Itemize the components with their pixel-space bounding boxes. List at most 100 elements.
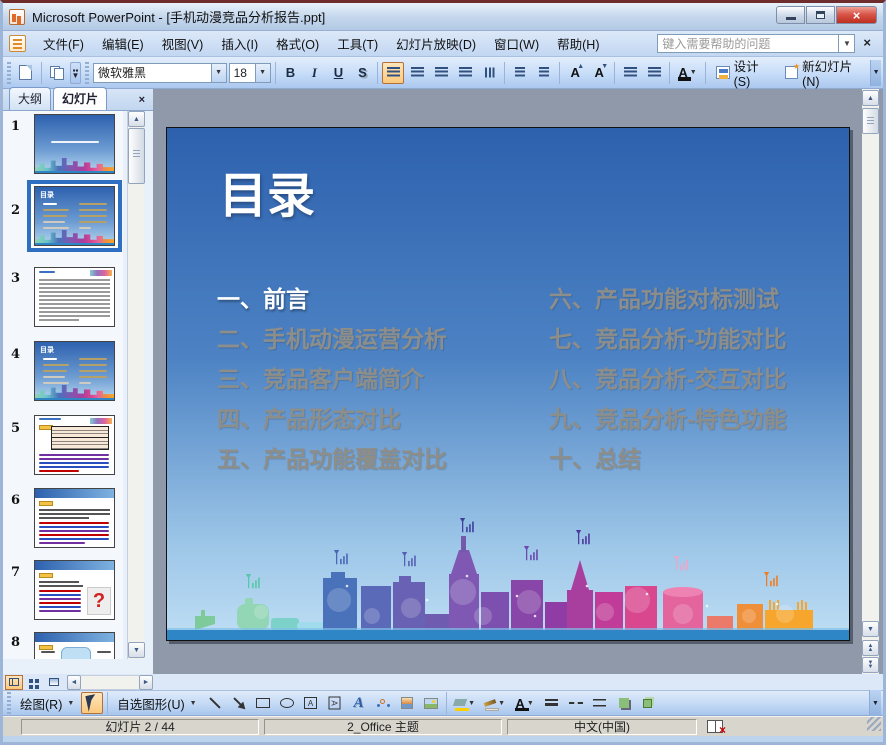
slide-canvas[interactable]: 目录 一、前言 二、手机动漫运营分析 三、竞品客户端简介 四、产品形态对比 五、…	[166, 127, 850, 641]
decrease-indent-button[interactable]	[619, 62, 641, 84]
close-button[interactable]: ×	[836, 6, 877, 24]
slide-thumbnail-6[interactable]	[34, 488, 115, 548]
document-icon[interactable]	[9, 35, 26, 52]
chevron-down-icon[interactable]: ▼	[254, 63, 270, 82]
bullet-list-button[interactable]	[533, 62, 555, 84]
slide-thumbnail-1[interactable]	[34, 114, 115, 174]
line-button[interactable]	[204, 692, 226, 714]
slide-thumbnail-7[interactable]: ?	[34, 560, 115, 620]
toolbar-grip[interactable]	[7, 61, 11, 84]
new-document-button[interactable]	[15, 62, 37, 84]
tab-slides[interactable]: 幻灯片	[53, 87, 108, 110]
tab-outline[interactable]: 大纲	[9, 87, 52, 110]
increase-indent-button[interactable]	[643, 62, 665, 84]
toc-item[interactable]: 九、竞品分析-特色功能	[549, 400, 787, 440]
slide-title[interactable]: 目录	[219, 156, 315, 226]
scroll-down-button[interactable]: ▼	[862, 621, 879, 637]
scroll-thumb[interactable]	[862, 108, 879, 134]
next-slide-button[interactable]: ▼ ▼	[862, 657, 879, 673]
menu-item-edit[interactable]: 编辑(E)	[93, 31, 153, 56]
toolbar-overflow-button[interactable]: ▪▪ ▼	[69, 61, 82, 84]
menubar-close-icon[interactable]: ×	[855, 35, 877, 52]
font-name-select[interactable]: 微软雅黑 ▼	[92, 62, 227, 83]
arrow-style-button[interactable]	[589, 692, 611, 714]
font-color-button-draw[interactable]: A ▼	[511, 692, 539, 714]
font-size-select[interactable]: 18 ▼	[228, 62, 271, 83]
wordart-button[interactable]: A	[348, 692, 370, 714]
underline-button[interactable]: U	[327, 62, 349, 84]
help-dropdown-button[interactable]: ▼	[839, 34, 856, 53]
new-slide-button[interactable]: 新幻灯片(N)	[779, 60, 869, 89]
toolbar-options-button[interactable]: ▼	[870, 59, 882, 86]
slide-thumbnail-5[interactable]	[34, 415, 115, 475]
bold-button[interactable]: B	[279, 62, 301, 84]
text-direction-button[interactable]	[478, 62, 500, 84]
previous-slide-button[interactable]: ▲ ▲	[862, 640, 879, 656]
menu-item-slideshow[interactable]: 幻灯片放映(D)	[387, 31, 485, 56]
line-style-button[interactable]	[541, 692, 563, 714]
menu-item-view[interactable]: 视图(V)	[153, 31, 213, 56]
rectangle-button[interactable]	[252, 692, 274, 714]
toolbar-options-button[interactable]: ▼	[869, 690, 881, 716]
scroll-thumb[interactable]	[128, 128, 145, 184]
italic-button[interactable]: I	[303, 62, 325, 84]
toc-item[interactable]: 三、竞品客户端简介	[217, 360, 447, 400]
slide-thumbnail-4[interactable]: 目录	[34, 341, 115, 401]
minimize-button[interactable]	[776, 6, 805, 24]
decrease-font-button[interactable]: A	[588, 62, 610, 84]
menu-item-format[interactable]: 格式(O)	[267, 31, 328, 56]
shadow-style-button[interactable]	[613, 692, 635, 714]
menu-item-insert[interactable]: 插入(I)	[212, 31, 267, 56]
scroll-up-button[interactable]: ▲	[862, 90, 879, 106]
resize-grip[interactable]	[867, 717, 881, 731]
chevron-down-icon[interactable]: ▼	[210, 63, 226, 82]
toc-item[interactable]: 七、竞品分析-功能对比	[549, 320, 787, 360]
arrow-button[interactable]	[228, 692, 250, 714]
align-left-button[interactable]	[382, 61, 405, 84]
select-objects-button[interactable]	[81, 692, 104, 714]
scroll-right-button[interactable]: ►	[139, 674, 153, 690]
line-color-button[interactable]: ▼	[481, 692, 509, 714]
toc-item[interactable]: 八、竞品分析-交互对比	[549, 360, 787, 400]
scroll-left-button[interactable]: ◄	[67, 674, 81, 690]
draw-menu-button[interactable]: 绘图(R) ▼	[15, 693, 79, 713]
toolbar-grip[interactable]	[85, 61, 89, 84]
toc-item[interactable]: 二、手机动漫运营分析	[217, 320, 447, 360]
autoshapes-menu-button[interactable]: 自选图形(U) ▼	[112, 693, 201, 713]
spell-check-status-icon[interactable]	[707, 720, 726, 737]
scroll-up-button[interactable]: ▲	[128, 111, 145, 127]
align-center-button[interactable]	[406, 62, 428, 84]
language-indicator[interactable]: 中文(中国)	[507, 718, 697, 735]
3d-style-button[interactable]	[637, 692, 659, 714]
scroll-down-button[interactable]: ▼	[128, 642, 145, 658]
toolbar-grip[interactable]	[7, 692, 11, 714]
align-right-button[interactable]	[430, 62, 452, 84]
fill-color-button[interactable]: ▼	[451, 692, 479, 714]
insert-picture-button[interactable]	[420, 692, 442, 714]
menu-item-file[interactable]: 文件(F)	[34, 31, 93, 56]
toc-item[interactable]: 十、总结	[549, 440, 787, 480]
scroll-track[interactable]	[81, 674, 139, 690]
theme-name-indicator[interactable]: 2_Office 主题	[264, 718, 502, 735]
normal-view-button[interactable]	[5, 674, 23, 690]
copy-button[interactable]	[46, 62, 68, 84]
toc-item[interactable]: 四、产品形态对比	[217, 400, 447, 440]
toc-item[interactable]: 六、产品功能对标测试	[549, 280, 787, 320]
diagram-button[interactable]	[372, 692, 394, 714]
oval-button[interactable]	[276, 692, 298, 714]
menu-item-window[interactable]: 窗口(W)	[485, 31, 548, 56]
font-color-button[interactable]: A ▼	[674, 62, 701, 84]
slide-sorter-button[interactable]	[25, 675, 43, 690]
slide-thumbnail-8[interactable]	[34, 632, 115, 659]
menu-item-help[interactable]: 帮助(H)	[548, 31, 608, 56]
toc-item[interactable]: 一、前言	[217, 280, 447, 320]
pane-close-icon[interactable]: ×	[135, 93, 149, 107]
text-shadow-button[interactable]: S	[351, 62, 373, 84]
design-button[interactable]: 设计(S)	[710, 60, 777, 89]
restore-button[interactable]	[806, 6, 835, 24]
text-box-button[interactable]: A	[300, 692, 322, 714]
slideshow-button[interactable]	[45, 675, 63, 690]
slide-thumbnail-3[interactable]	[34, 267, 115, 327]
vertical-text-box-button[interactable]: A	[324, 692, 346, 714]
numbered-list-button[interactable]	[509, 62, 531, 84]
